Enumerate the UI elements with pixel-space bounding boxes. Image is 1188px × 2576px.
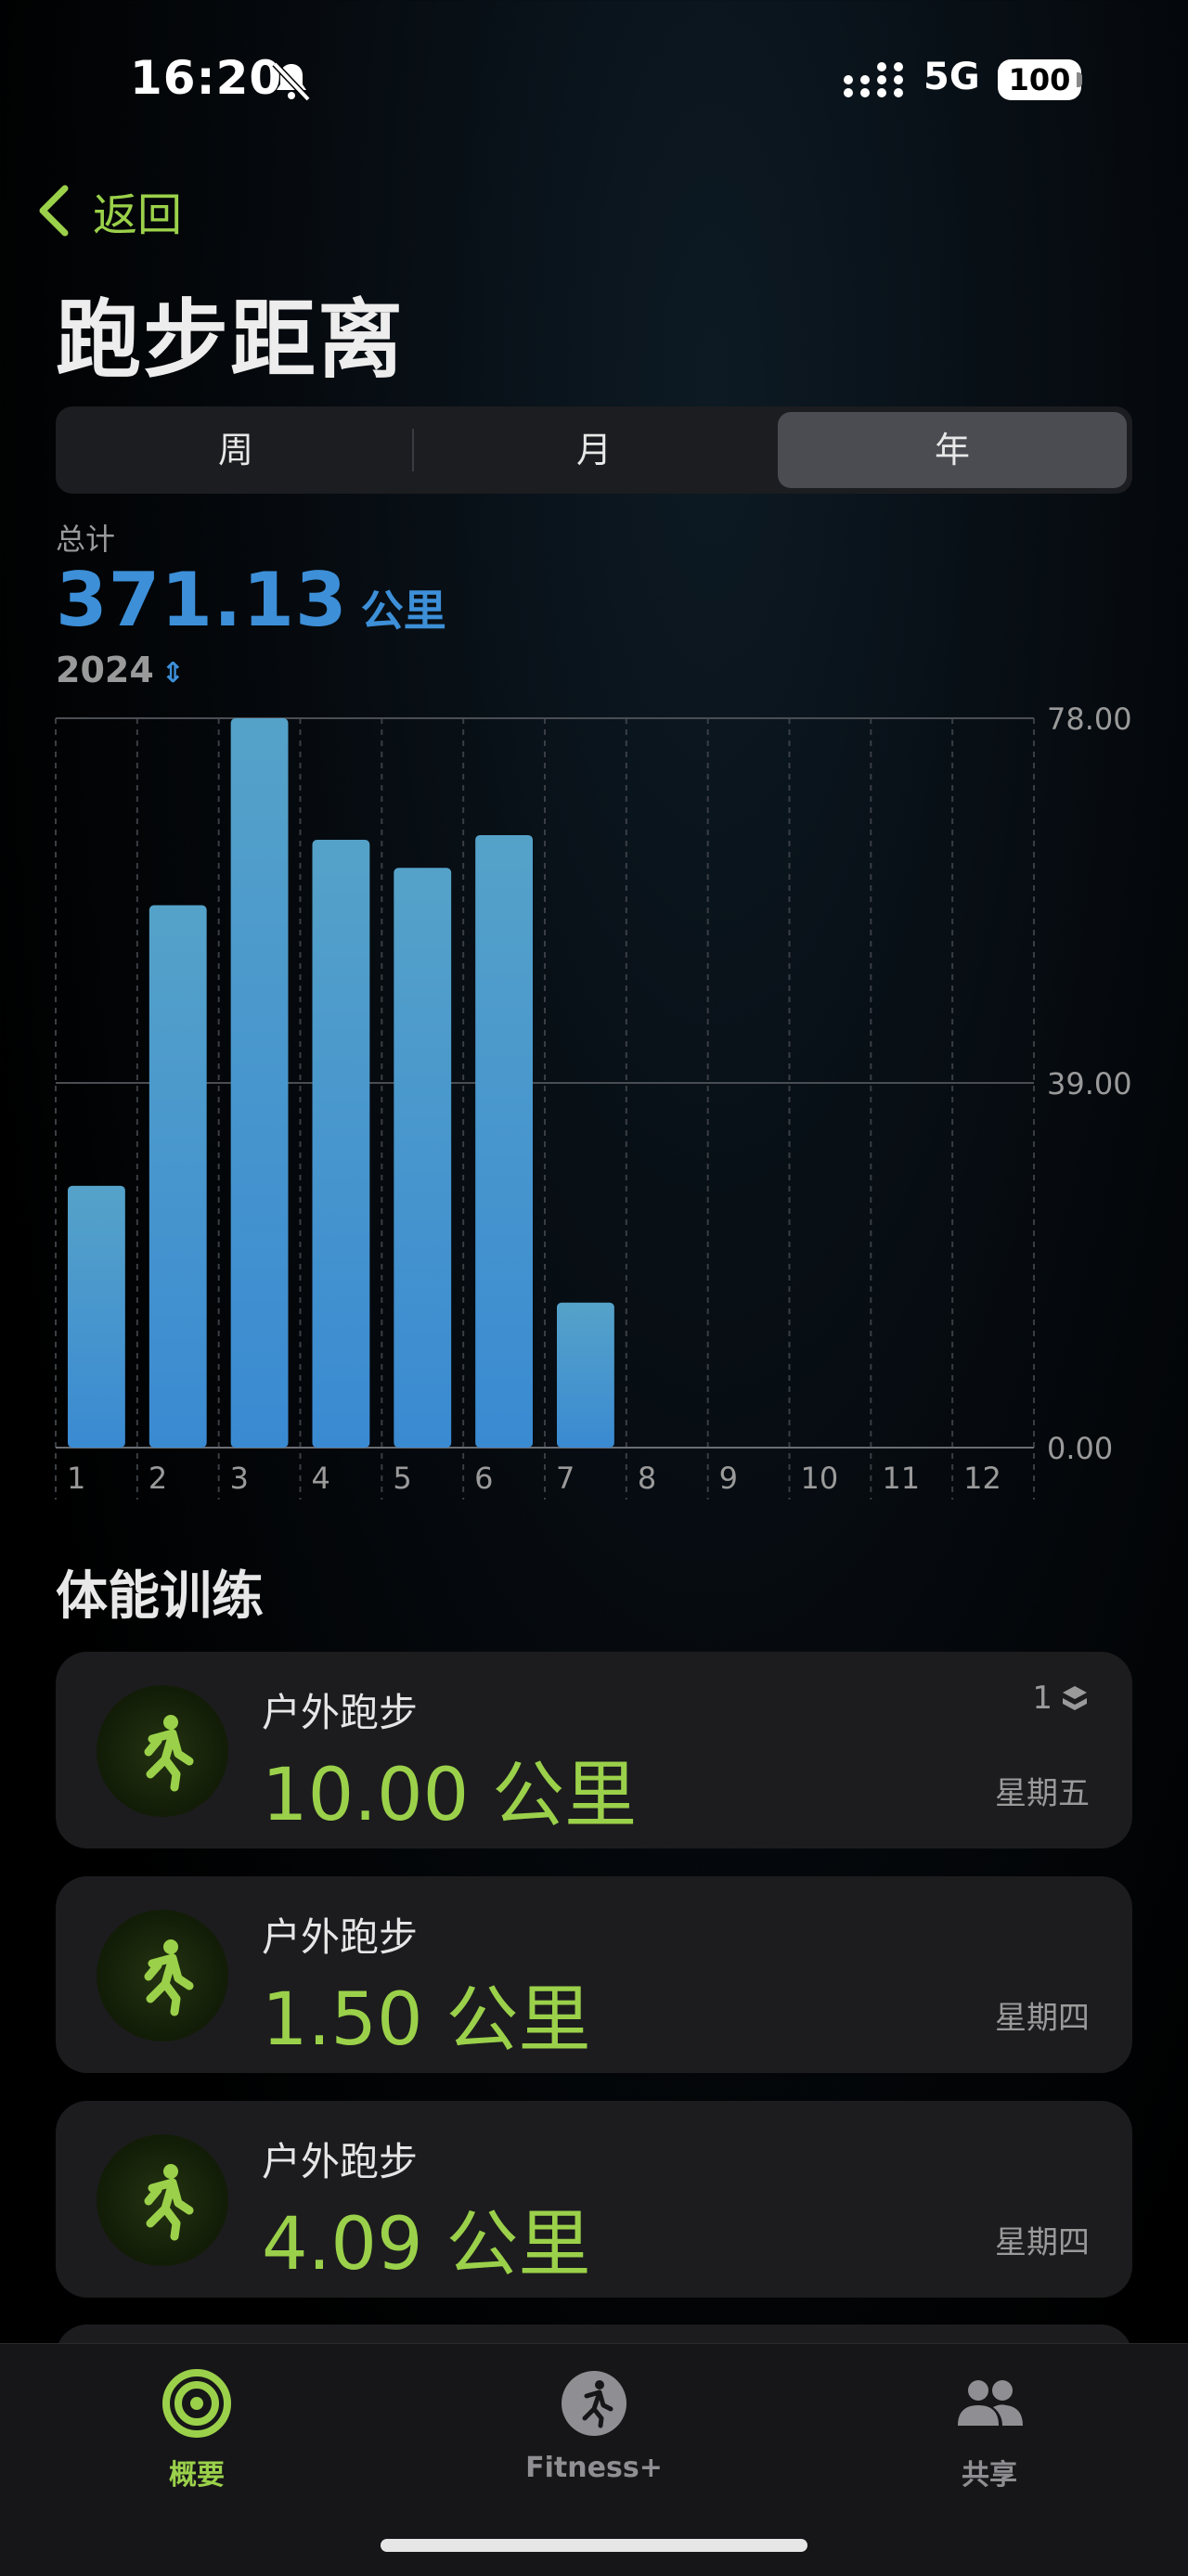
layers-icon	[1063, 1686, 1087, 1710]
workout-day: 星期五	[995, 1775, 1090, 1812]
year-picker[interactable]: 2024 ⇕	[56, 650, 185, 690]
up-down-chevron-icon: ⇕	[161, 657, 185, 689]
distance-bar-chart: 78.0039.000.001 2 3 4 5 6 7 8 9 10 11 12	[55, 705, 1132, 1500]
chart-bar	[557, 1302, 614, 1448]
tab-sharing[interactable]: 共享	[878, 2366, 1101, 2492]
chart-y-tick-label: 0.00	[1047, 1431, 1113, 1466]
chart-x-tick-label: 3	[230, 1461, 249, 1496]
chart-bar	[394, 868, 452, 1448]
runner-icon	[144, 1715, 194, 1792]
running-icon-circle	[97, 1685, 228, 1817]
fitness-plus-icon	[562, 2371, 626, 2436]
back-label: 返回	[93, 189, 183, 241]
tab-fitness-plus-label: Fitness+	[525, 2452, 663, 2484]
runner-icon	[144, 2164, 194, 2241]
chart-bar	[148, 905, 207, 1448]
segment-divider	[412, 429, 414, 471]
battery-tip	[1077, 72, 1082, 87]
chart-x-tick-label: 9	[719, 1461, 738, 1496]
chart-bar	[475, 834, 533, 1448]
workout-distance: 4.09 公里	[262, 2203, 591, 2286]
bell-muted-icon	[272, 61, 311, 102]
back-button[interactable]: 返回	[35, 178, 182, 243]
chart-y-tick-label: 39.00	[1047, 1066, 1132, 1101]
tab-fitness-plus[interactable]: Fitness+	[483, 2366, 705, 2484]
chart-x-tick-label: 11	[882, 1461, 920, 1496]
segment-week[interactable]: 周	[61, 412, 410, 488]
workout-badge: 1	[1032, 1680, 1090, 1717]
network-type: 5G	[923, 56, 980, 98]
chart-x-tick-label: 2	[148, 1461, 167, 1496]
chart-y-tick-label: 78.00	[1047, 705, 1132, 737]
runner-icon	[144, 1939, 194, 2016]
workout-type: 户外跑步	[262, 1914, 419, 1960]
total-number: 371.13	[56, 557, 348, 643]
workouts-section-title: 体能训练	[56, 1566, 264, 1627]
chart-x-tick-label: 1	[67, 1461, 85, 1496]
status-time: 16:20	[130, 51, 283, 105]
chart-bar	[230, 718, 289, 1448]
chart-x-tick-label: 4	[312, 1461, 330, 1496]
total-unit: 公里	[360, 586, 446, 636]
total-label: 总计	[56, 522, 116, 557]
running-icon-circle	[97, 1910, 228, 2041]
workout-card[interactable]: 户外跑步 1.50 公里 星期四	[56, 1876, 1132, 2073]
total-value: 371.13 公里	[56, 557, 446, 643]
signal-icon	[844, 62, 903, 97]
tab-sharing-label: 共享	[962, 2459, 1017, 2492]
chart-bar	[312, 840, 370, 1448]
tab-summary[interactable]: 概要	[85, 2366, 308, 2492]
workout-distance: 10.00 公里	[262, 1754, 638, 1837]
workout-card[interactable]: 户外跑步 4.09 公里 星期四	[56, 2101, 1132, 2298]
battery-icon: 100	[998, 59, 1081, 100]
home-indicator	[381, 2539, 807, 2552]
battery-level: 100	[1008, 62, 1071, 97]
year-label: 2024	[56, 650, 154, 690]
segment-month[interactable]: 月	[420, 412, 768, 488]
chart-x-tick-label: 8	[638, 1461, 656, 1496]
segment-year[interactable]: 年	[778, 412, 1127, 488]
chart-bar	[68, 1185, 125, 1448]
workout-card[interactable]: 户外跑步 10.00 公里 1 星期五	[56, 1652, 1132, 1848]
status-bar: 16:20 5G 100	[0, 0, 1188, 158]
page-title: 跑步距离	[56, 290, 406, 390]
tab-summary-label: 概要	[169, 2459, 225, 2492]
chart-x-tick-label: 7	[556, 1461, 575, 1496]
running-icon-circle	[97, 2134, 228, 2266]
activity-rings-icon	[162, 2369, 231, 2438]
sharing-icon	[958, 2380, 1023, 2426]
workout-day: 星期四	[995, 2224, 1090, 2261]
workout-type: 户外跑步	[262, 2139, 419, 2184]
workout-type: 户外跑步	[262, 1690, 419, 1735]
chart-x-tick-label: 5	[393, 1461, 411, 1496]
period-segmented-control: 周 月 年	[56, 406, 1132, 494]
workout-day: 星期四	[995, 2000, 1090, 2037]
chevron-left-icon	[39, 185, 69, 237]
chart-x-tick-label: 6	[474, 1461, 493, 1496]
chart-x-tick-label: 10	[801, 1461, 839, 1496]
workout-distance: 1.50 公里	[262, 1978, 591, 2062]
badge-count: 1	[1032, 1680, 1052, 1717]
chart-x-tick-label: 12	[963, 1461, 1001, 1496]
